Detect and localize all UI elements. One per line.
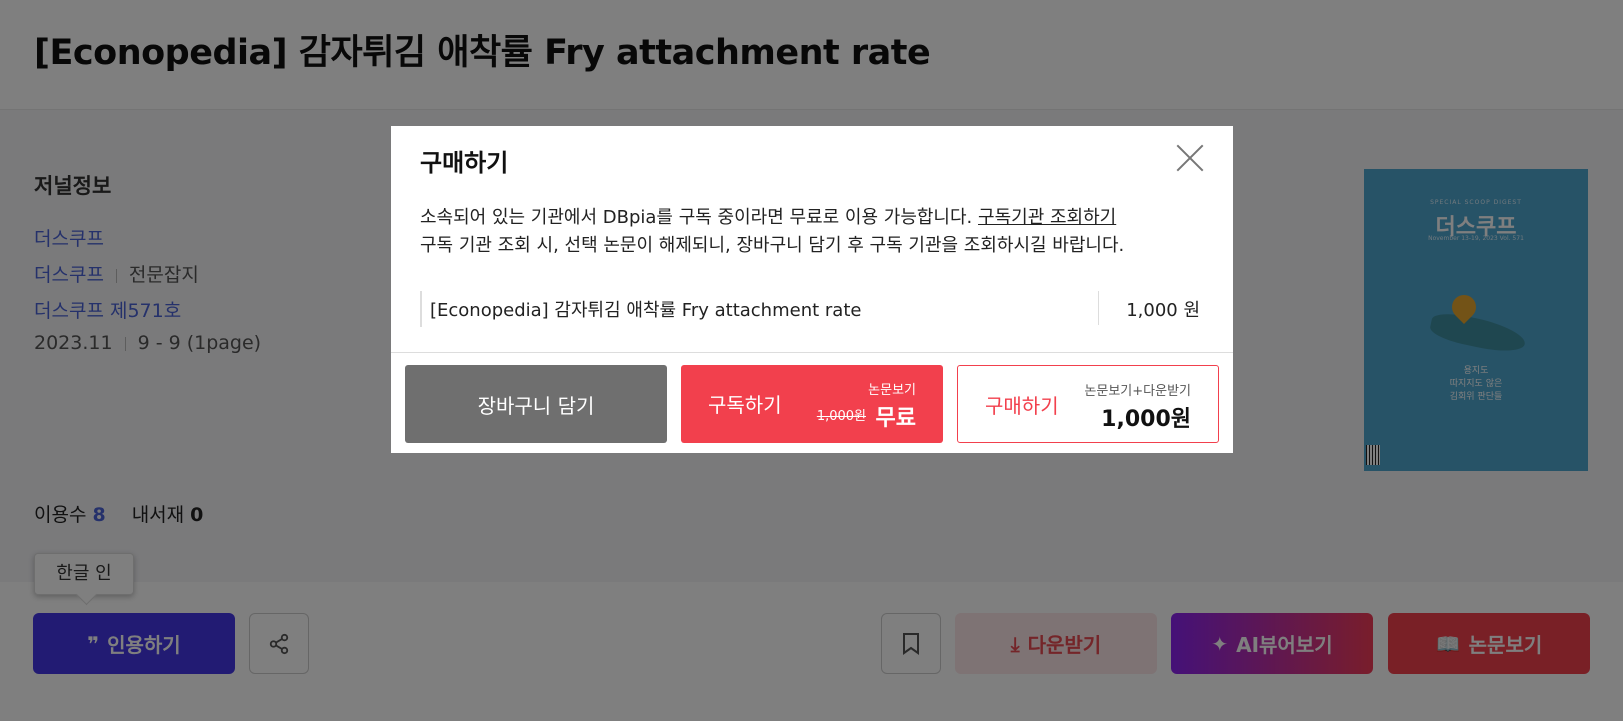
add-to-cart-button[interactable]: 장바구니 담기 xyxy=(405,365,667,443)
modal-description: 소속되어 있는 기관에서 DBpia를 구독 중이라면 무료로 이용 가능합니다… xyxy=(420,207,1125,256)
subscribe-caption: 논문보기 xyxy=(868,383,916,398)
subscribe-label: 구독하기 xyxy=(708,393,782,417)
divider xyxy=(1098,291,1099,325)
close-icon[interactable] xyxy=(1174,142,1206,174)
original-price: 1,000원 xyxy=(816,409,866,424)
subscribing-institution-link[interactable]: 구독기관 조회하기 xyxy=(978,207,1116,228)
modal-title: 구매하기 xyxy=(420,149,509,177)
buy-caption: 논문보기+다운받기 xyxy=(1084,384,1191,399)
item-price: 1,000 원 xyxy=(1126,300,1200,321)
buy-label: 구매하기 xyxy=(985,394,1059,418)
buy-button[interactable]: 구매하기 논문보기+다운받기 1,000원 xyxy=(957,365,1219,443)
subscribe-price: 무료 xyxy=(875,406,916,431)
buy-price: 1,000원 xyxy=(1101,407,1191,432)
purchase-modal: 구매하기 소속되어 있는 기관에서 DBpia를 구독 중이라면 무료로 이용 … xyxy=(391,126,1233,453)
selected-item-row: [Econopedia] 감자튀김 애착률 Fry attachment rat… xyxy=(420,291,1200,327)
item-title: [Econopedia] 감자튀김 애착률 Fry attachment rat… xyxy=(430,300,862,321)
subscribe-button[interactable]: 구독하기 논문보기 1,000원 무료 xyxy=(681,365,943,443)
modal-footer: 장바구니 담기 구독하기 논문보기 1,000원 무료 구매하기 논문보기+다운… xyxy=(391,352,1233,453)
